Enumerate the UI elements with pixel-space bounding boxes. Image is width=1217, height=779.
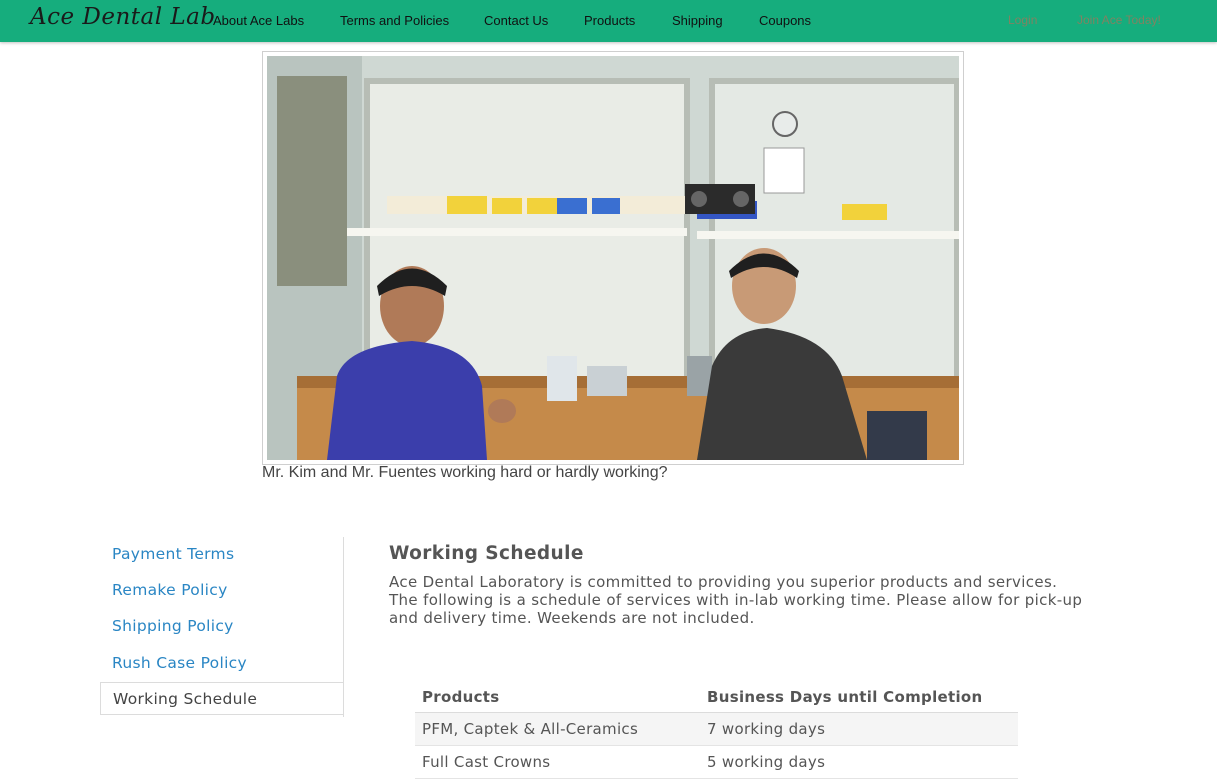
- nav-link-coupons[interactable]: Coupons: [759, 13, 811, 28]
- table-cell-product: Full Cast Crowns: [415, 745, 700, 779]
- lab-photo: [267, 56, 959, 460]
- policy-sidebar: Payment Terms Remake Policy Shipping Pol…: [100, 537, 344, 717]
- sidebar-item-working-schedule-active[interactable]: Working Schedule: [100, 682, 343, 715]
- section-title: Working Schedule: [389, 543, 584, 564]
- table-cell-product: PFM, Captek & All-Ceramics: [415, 712, 700, 746]
- table-cell-days: 7 working days: [700, 712, 1018, 746]
- table-header-row: Products Business Days until Completion: [415, 682, 1018, 713]
- sidebar-item-working-schedule[interactable]: Working Schedule: [113, 690, 257, 708]
- sidebar-item-payment-terms[interactable]: Payment Terms: [112, 545, 234, 563]
- nav-link-shipping[interactable]: Shipping: [672, 13, 723, 28]
- nav-link-products[interactable]: Products: [584, 13, 635, 28]
- table-cell-days: 5 working days: [700, 745, 1018, 779]
- sidebar-item-remake-policy[interactable]: Remake Policy: [112, 581, 228, 599]
- sidebar-item-rush-case-policy[interactable]: Rush Case Policy: [112, 654, 247, 672]
- column-header-business-days: Business Days until Completion: [700, 682, 1018, 713]
- section-description: Ace Dental Laboratory is committed to pr…: [389, 573, 1083, 627]
- nav-link-contact[interactable]: Contact Us: [484, 13, 548, 28]
- login-link[interactable]: Login: [1008, 13, 1037, 27]
- sidebar-item-shipping-policy[interactable]: Shipping Policy: [112, 617, 234, 635]
- nav-link-terms[interactable]: Terms and Policies: [340, 13, 449, 28]
- schedule-table: Products Business Days until Completion …: [415, 682, 1018, 779]
- brand-logo[interactable]: Ace Dental Lab: [30, 4, 216, 30]
- nav-link-about[interactable]: About Ace Labs: [213, 13, 304, 28]
- photo-caption: Mr. Kim and Mr. Fuentes working hard or …: [262, 464, 668, 481]
- join-link[interactable]: Join Ace Today!: [1077, 13, 1161, 27]
- table-row: PFM, Captek & All-Ceramics 7 working day…: [415, 712, 1018, 746]
- lab-photo-frame: [262, 51, 964, 465]
- top-navbar: Ace Dental Lab About Ace Labs Terms and …: [0, 0, 1217, 42]
- table-row: Full Cast Crowns 5 working days: [415, 745, 1018, 779]
- column-header-products: Products: [415, 682, 700, 713]
